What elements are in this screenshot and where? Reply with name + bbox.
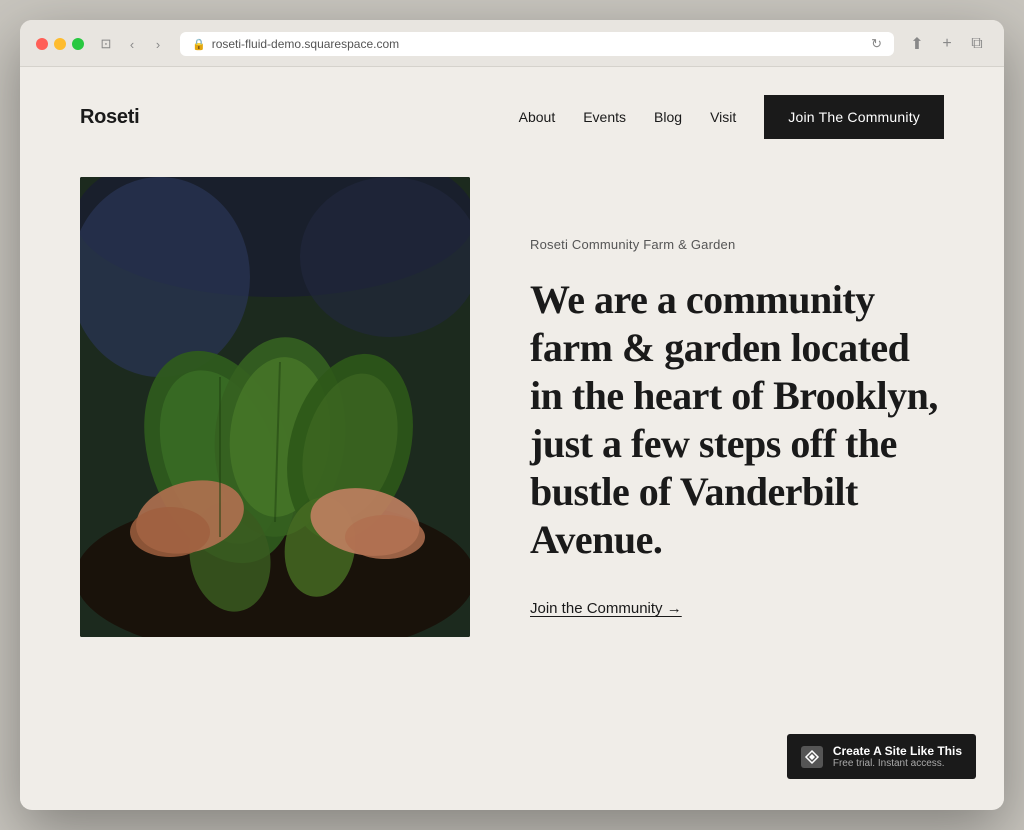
nav-events[interactable]: Events xyxy=(583,109,626,125)
badge-title: Create A Site Like This xyxy=(833,744,962,758)
badge-subtitle: Free trial. Instant access. xyxy=(833,758,962,769)
address-bar[interactable]: 🔒 roseti-fluid-demo.squarespace.com ↻ xyxy=(180,32,894,56)
navbar: Roseti About Events Blog Visit Join The … xyxy=(20,67,1004,167)
fullscreen-button[interactable] xyxy=(72,38,84,50)
forward-button[interactable]: › xyxy=(148,34,168,54)
hero-section: Roseti Community Farm & Garden We are a … xyxy=(20,167,1004,697)
squarespace-badge[interactable]: Create A Site Like This Free trial. Inst… xyxy=(787,734,976,779)
page-content: Roseti About Events Blog Visit Join The … xyxy=(20,67,1004,807)
url-text: roseti-fluid-demo.squarespace.com xyxy=(212,37,399,51)
copy-tab-icon[interactable]: ⧉ xyxy=(966,33,988,55)
nav-about[interactable]: About xyxy=(519,109,556,125)
hero-image-inner xyxy=(80,177,470,637)
minimize-button[interactable] xyxy=(54,38,66,50)
back-button[interactable]: ‹ xyxy=(122,34,142,54)
hero-subtitle: Roseti Community Farm & Garden xyxy=(530,237,944,252)
window-mode-icon[interactable]: ⊡ xyxy=(96,34,116,54)
site-logo[interactable]: Roseti xyxy=(80,106,139,129)
squarespace-badge-text: Create A Site Like This Free trial. Inst… xyxy=(833,744,962,769)
browser-actions: ⬆ + ⧉ xyxy=(906,33,988,55)
content-side: Roseti Community Farm & Garden We are a … xyxy=(530,177,944,618)
traffic-lights xyxy=(36,38,84,50)
nav-links: About Events Blog Visit Join The Communi… xyxy=(519,95,944,139)
browser-chrome: ⊡ ‹ › 🔒 roseti-fluid-demo.squarespace.co… xyxy=(20,20,1004,67)
lock-icon: 🔒 xyxy=(192,38,206,51)
nav-visit[interactable]: Visit xyxy=(710,109,736,125)
hero-heading: We are a community farm & garden located… xyxy=(530,276,944,564)
join-community-button[interactable]: Join The Community xyxy=(764,95,944,139)
squarespace-logo-icon xyxy=(801,746,823,768)
join-community-link[interactable]: Join the Community → xyxy=(530,600,682,617)
reload-icon[interactable]: ↻ xyxy=(871,36,882,52)
browser-controls: ⊡ ‹ › xyxy=(96,34,168,54)
share-icon[interactable]: ⬆ xyxy=(906,33,928,55)
plant-svg xyxy=(80,177,470,637)
browser-window: ⊡ ‹ › 🔒 roseti-fluid-demo.squarespace.co… xyxy=(20,20,1004,810)
new-tab-icon[interactable]: + xyxy=(936,33,958,55)
hero-image xyxy=(80,177,470,637)
nav-blog[interactable]: Blog xyxy=(654,109,682,125)
close-button[interactable] xyxy=(36,38,48,50)
